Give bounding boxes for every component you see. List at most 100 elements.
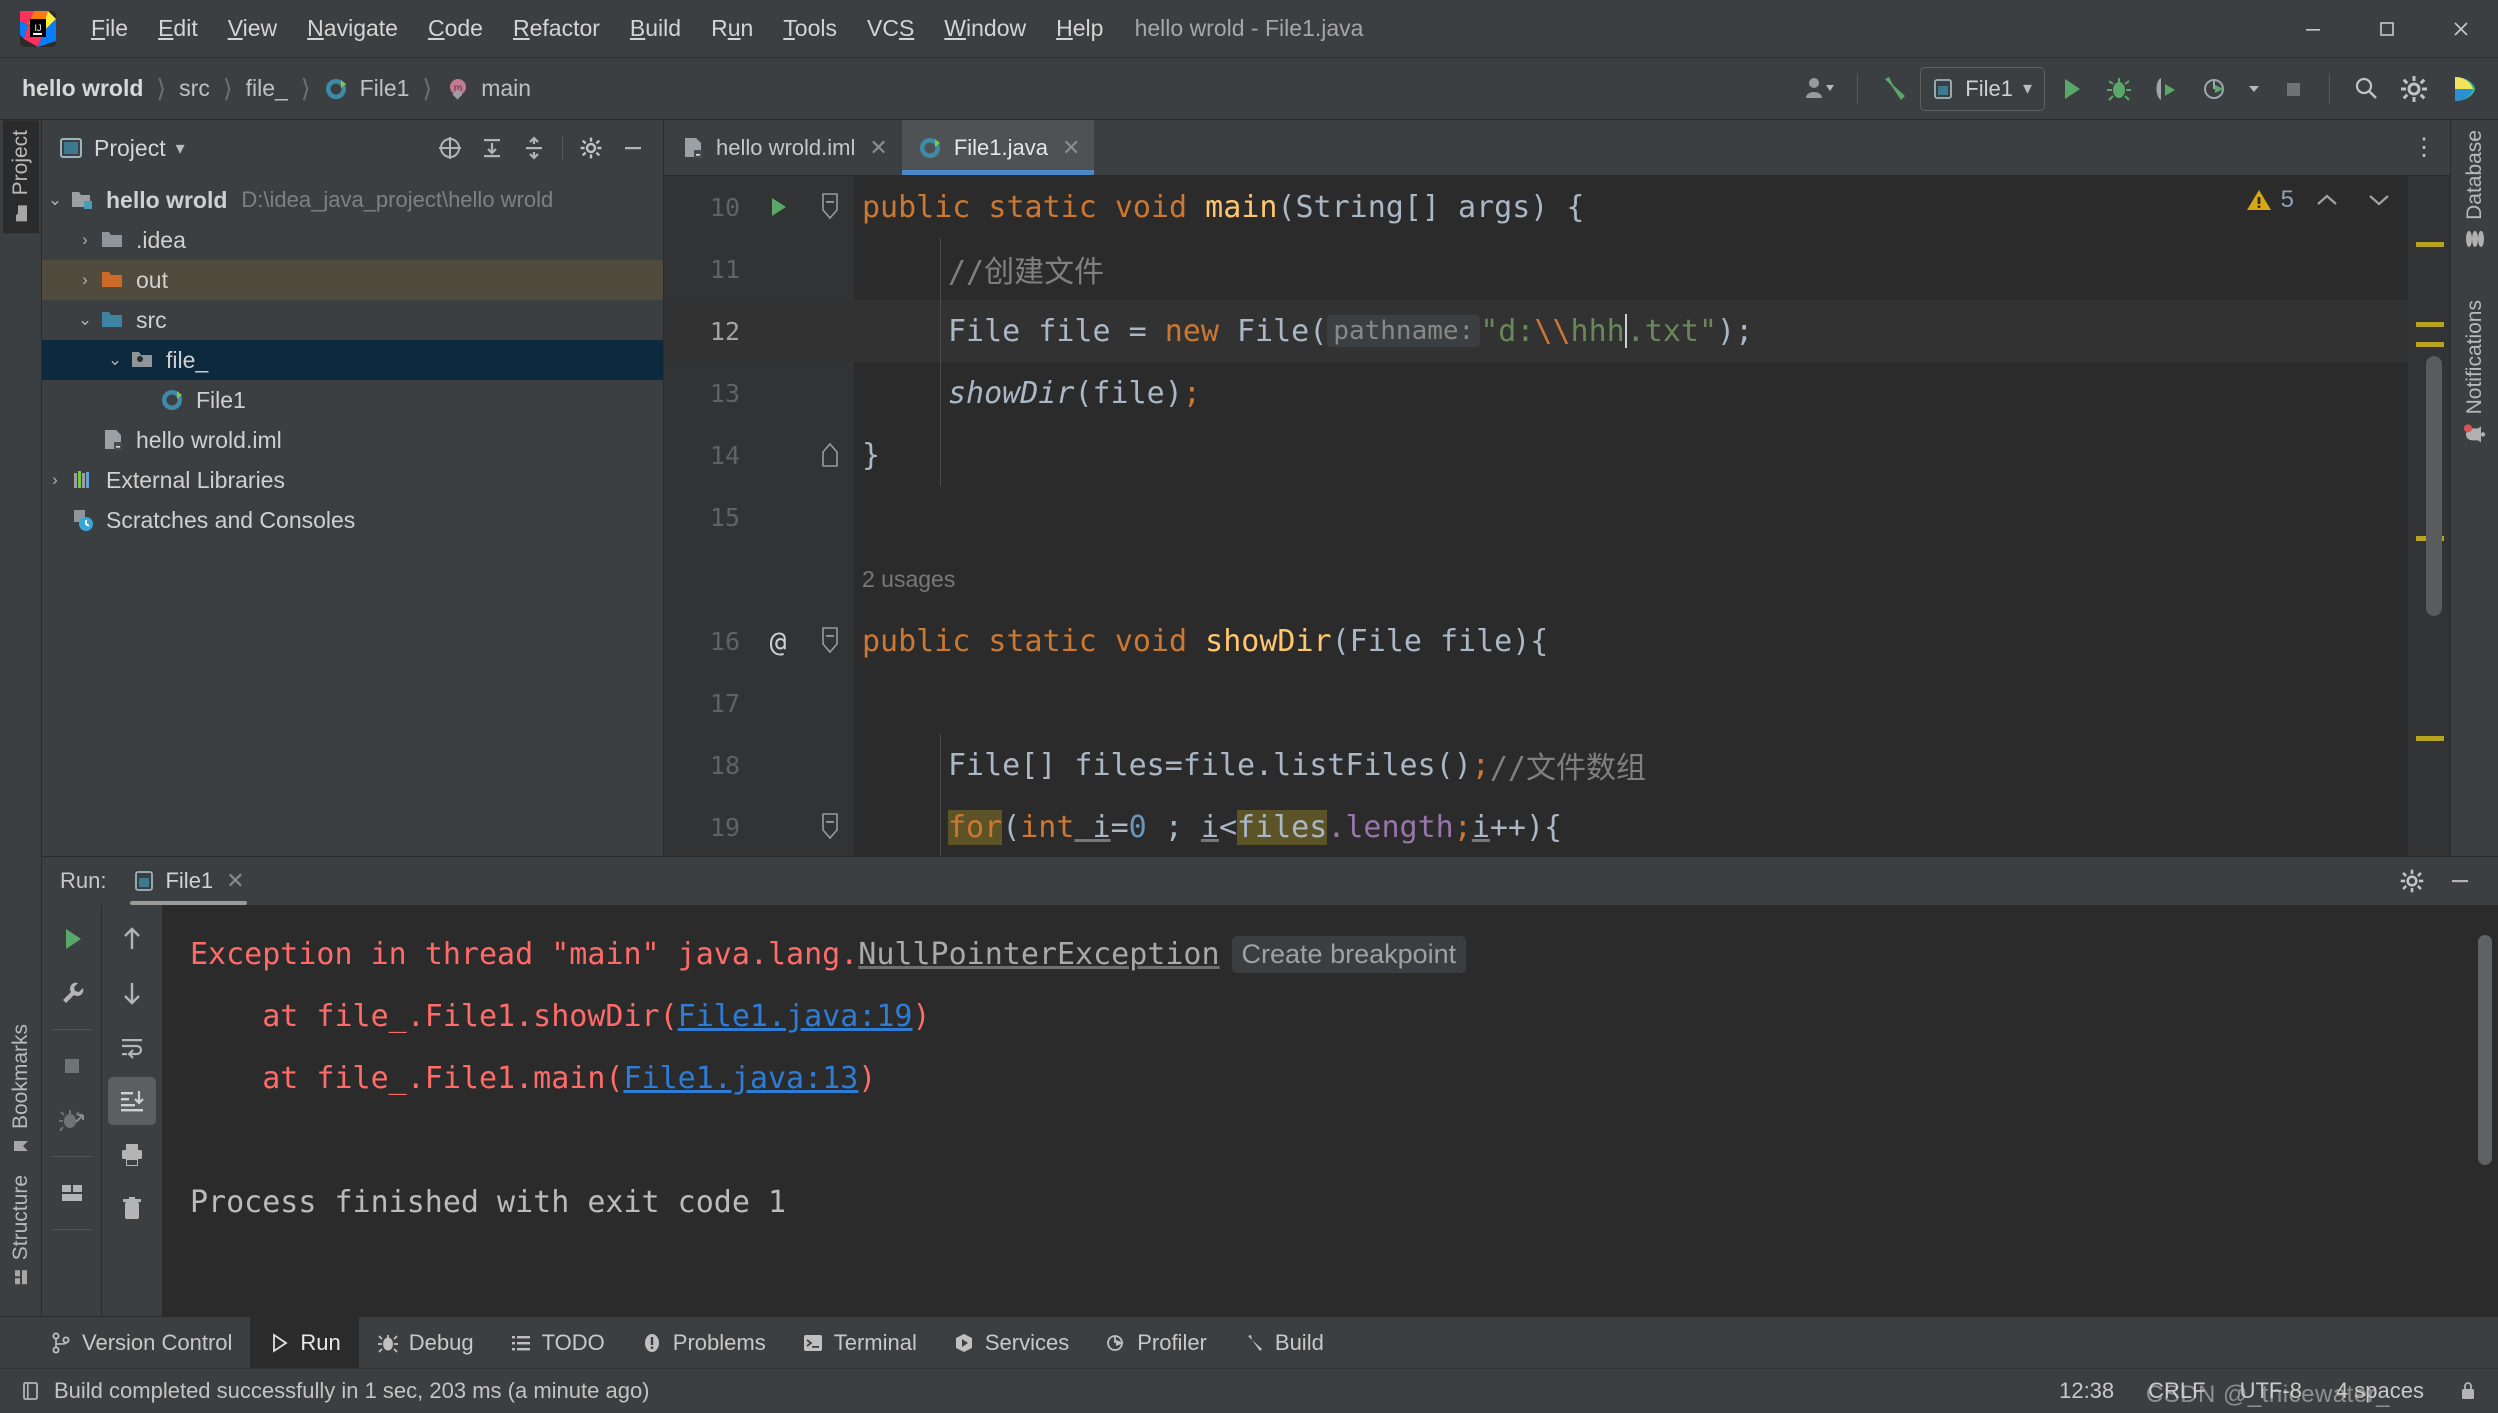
breadcrumb-item-src[interactable]: src [175, 72, 214, 105]
sidebar-tab-structure[interactable]: Structure [3, 1165, 39, 1296]
sidebar-tab-notifications[interactable]: Notifications [2457, 290, 2493, 456]
menu-bar[interactable]: File Edit View Navigate Code Refactor Bu… [76, 9, 1118, 48]
editor-scrollbar-thumb[interactable] [2426, 356, 2442, 616]
menu-item-vcs[interactable]: VCS [852, 9, 929, 48]
search-icon[interactable] [2344, 66, 2388, 112]
bottom-tab-version-control[interactable]: Version Control [32, 1317, 250, 1368]
code-line-19[interactable]: for(int i = 0 ; i < files. length; i ++){ [854, 796, 2408, 858]
code-line-17[interactable] [854, 672, 2408, 734]
tree-row-file1[interactable]: File1 [42, 380, 663, 420]
menu-item-window[interactable]: Window [929, 9, 1041, 48]
layout-settings-button[interactable] [48, 1169, 96, 1217]
bottom-tab-profiler[interactable]: Profiler [1087, 1317, 1225, 1368]
close-icon[interactable]: ✕ [869, 135, 887, 161]
warning-marker[interactable] [2416, 342, 2444, 347]
lock-icon[interactable] [2458, 1380, 2478, 1402]
create-breakpoint-chip[interactable]: Create breakpoint [1231, 935, 1467, 973]
sidebar-tab-database[interactable]: Database [2457, 120, 2493, 260]
fold-minus-icon[interactable] [806, 624, 854, 658]
editor-tab-file1-java[interactable]: File1.java ✕ [901, 120, 1095, 175]
close-icon[interactable]: ✕ [1062, 135, 1080, 161]
tree-row-package-file[interactable]: ⌄ file_ [42, 340, 663, 380]
menu-item-navigate[interactable]: Navigate [292, 9, 413, 48]
profile-dropdown-caret[interactable] [2241, 66, 2267, 112]
menu-item-help[interactable]: Help [1041, 9, 1118, 48]
code-usages-hint[interactable]: 2 usages [854, 548, 2408, 610]
fold-minus-icon[interactable] [806, 190, 854, 224]
close-icon[interactable]: ✕ [226, 868, 244, 894]
menu-item-run[interactable]: Run [696, 9, 768, 48]
hide-panel-icon[interactable] [613, 128, 653, 168]
clear-all-trash-icon[interactable] [108, 1185, 156, 1233]
collapse-all-icon[interactable] [514, 128, 554, 168]
rerun-button[interactable] [48, 915, 96, 963]
tree-row-src[interactable]: ⌄ src [42, 300, 663, 340]
usages-label[interactable]: 2 usages [862, 566, 955, 593]
minimize-button[interactable] [2276, 0, 2350, 58]
code-line-14[interactable]: } [854, 424, 2408, 486]
bottom-tab-problems[interactable]: Problems [623, 1317, 784, 1368]
menu-item-edit[interactable]: Edit [143, 9, 213, 48]
console-exception-class[interactable]: NullPointerException [858, 937, 1219, 972]
menu-item-refactor[interactable]: Refactor [498, 9, 615, 48]
gear-icon[interactable] [2392, 861, 2432, 901]
gear-icon[interactable] [2392, 66, 2436, 112]
gear-icon[interactable] [571, 128, 611, 168]
scroll-to-end-button[interactable] [108, 1077, 156, 1125]
run-button[interactable] [2049, 66, 2093, 112]
menu-item-tools[interactable]: Tools [768, 9, 852, 48]
sidebar-tab-project[interactable]: Project [2, 120, 39, 234]
next-problem-chevron-down-icon[interactable] [2360, 189, 2398, 211]
previous-problem-chevron-up-icon[interactable] [2308, 189, 2346, 211]
stop-button[interactable] [48, 1042, 96, 1090]
console-source-link[interactable]: File1.java:13 [623, 1061, 858, 1096]
fold-end-icon[interactable] [806, 440, 854, 470]
code-line-15[interactable] [854, 486, 2408, 548]
chevron-down-icon[interactable]: ▾ [2023, 78, 2032, 99]
debug-button[interactable] [2097, 66, 2141, 112]
sidebar-tab-bookmarks[interactable]: Bookmarks [3, 1014, 39, 1165]
menu-item-view[interactable]: View [213, 9, 292, 48]
code-line-11[interactable]: //创建文件 [854, 238, 2408, 300]
editor-tabs-more-icon[interactable]: ⋮ [2398, 120, 2450, 175]
run-arrow-icon[interactable] [750, 194, 806, 220]
chevron-right-icon[interactable]: › [72, 270, 98, 290]
edit-configuration-button[interactable] [48, 969, 96, 1017]
build-hammer-button[interactable] [1872, 66, 1916, 112]
debug-dump-button[interactable] [48, 1096, 96, 1144]
tree-row-external-libraries[interactable]: › External Libraries [42, 460, 663, 500]
down-arrow-button[interactable] [108, 969, 156, 1017]
status-line-separator[interactable]: CRLF [2148, 1378, 2205, 1404]
menu-item-build[interactable]: Build [615, 9, 696, 48]
profile-button[interactable] [2193, 66, 2237, 112]
status-message-area[interactable]: Build completed successfully in 1 sec, 2… [20, 1378, 650, 1404]
soft-wrap-button[interactable] [108, 1023, 156, 1071]
warning-marker[interactable] [2416, 322, 2444, 327]
code-line-12[interactable]: File file = new File(pathname: "d: \\ hhh .t… [854, 300, 2408, 362]
code-line-13[interactable]: showDir (file); [854, 362, 2408, 424]
menu-item-code[interactable]: Code [413, 9, 498, 48]
print-button[interactable] [108, 1131, 156, 1179]
breadcrumb-item-package[interactable]: file_ [242, 72, 292, 105]
warning-marker[interactable] [2416, 736, 2444, 741]
expand-all-icon[interactable] [472, 128, 512, 168]
maximize-button[interactable] [2350, 0, 2424, 58]
hide-panel-icon[interactable] [2440, 861, 2480, 901]
tree-row-scratches[interactable]: Scratches and Consoles [42, 500, 663, 540]
stop-button[interactable] [2271, 66, 2315, 112]
bottom-tab-todo[interactable]: TODO [492, 1317, 623, 1368]
console-output[interactable]: Exception in thread "main" java.lang. Nul… [162, 905, 2498, 1316]
ide-assistant-icon[interactable] [2440, 66, 2484, 112]
chevron-down-icon[interactable]: ⌄ [72, 310, 98, 330]
tree-row-idea[interactable]: › .idea [42, 220, 663, 260]
breadcrumb-item-class[interactable]: File1 [320, 72, 414, 105]
bottom-tab-services[interactable]: Services [935, 1317, 1087, 1368]
status-encoding[interactable]: UTF-8 [2240, 1378, 2302, 1404]
up-arrow-button[interactable] [108, 915, 156, 963]
console-source-link[interactable]: File1.java:19 [678, 999, 913, 1034]
bottom-tab-debug[interactable]: Debug [359, 1317, 492, 1368]
run-with-coverage-button[interactable] [2145, 66, 2189, 112]
chevron-right-icon[interactable]: › [72, 230, 98, 250]
run-tab-file1[interactable]: File1 ✕ [122, 863, 254, 905]
code-line-10[interactable]: public static void main (String[] args) { [854, 176, 2408, 238]
